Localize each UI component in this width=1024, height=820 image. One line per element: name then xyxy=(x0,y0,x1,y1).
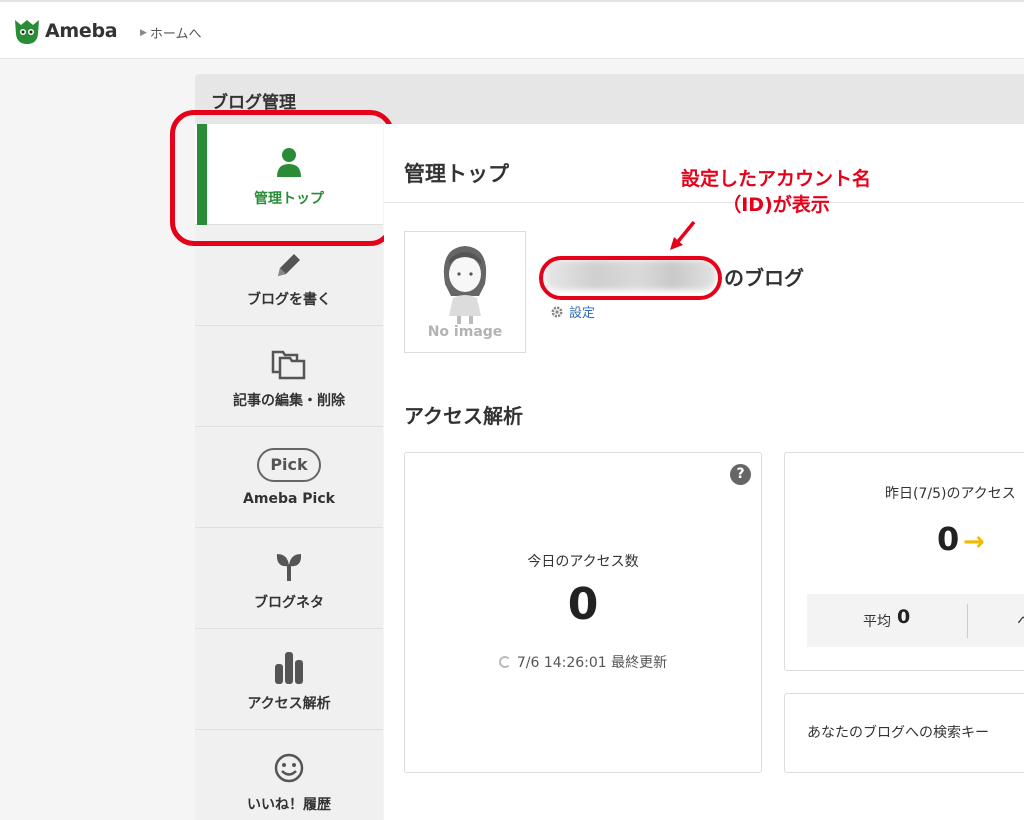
blog-avatar[interactable]: No image xyxy=(404,231,526,353)
bar-chart-icon xyxy=(195,649,383,685)
blog-settings-link[interactable]: 設定 xyxy=(550,302,595,321)
home-link[interactable]: ▶ ホームへ xyxy=(140,23,202,42)
no-image-avatar-icon xyxy=(443,246,487,324)
average-value: 0 xyxy=(897,606,911,628)
sidebar-item-edit-delete[interactable]: 記事の編集・削除 xyxy=(195,326,383,427)
play-arrow-icon: ▶ xyxy=(140,27,147,38)
gear-icon xyxy=(551,306,563,317)
pick-badge-icon: Pick xyxy=(195,447,383,483)
logo-text: Ameba xyxy=(45,20,118,42)
folders-icon xyxy=(195,346,383,382)
average-band: 平均 0 へ xyxy=(807,594,1024,647)
ameba-mascot-icon xyxy=(15,20,39,44)
sidebar-item-label: いいね！履歴 xyxy=(247,797,331,813)
sidebar-item-label: Ameba Pick xyxy=(243,491,335,507)
search-keyword-label: あなたのブログへの検索キー xyxy=(807,725,989,741)
annotation-line-2: （ID)が表示 xyxy=(722,194,830,216)
yesterday-access-label: 昨日(7/5)のアクセス xyxy=(885,486,1016,502)
main-content: 管理トップ 設定したアカウント名 （ID)が表示 No image のブログ 設… xyxy=(384,124,1024,820)
annotation-text: 設定したアカウント名 （ID)が表示 xyxy=(646,166,906,218)
pick-badge-text: Pick xyxy=(257,448,321,482)
today-access-label: 今日のアクセス数 xyxy=(527,554,639,570)
sidebar-item-admin-top[interactable]: 管理トップ xyxy=(195,124,383,225)
pencil-icon xyxy=(195,247,383,283)
average-separator xyxy=(967,604,968,638)
home-link-label: ホームへ xyxy=(149,27,202,42)
access-analysis-heading: アクセス解析 xyxy=(404,404,523,428)
sidebar-item-ameba-pick[interactable]: Pick Ameba Pick xyxy=(195,427,383,528)
sprout-icon xyxy=(195,548,383,584)
admin-sidebar: 管理トップ ブログを書く 記事の編集・削除 Pick Ameba Pick ブロ… xyxy=(195,124,383,820)
today-access-card: ? 今日のアクセス数 0 7/6 14:26:01 最終更新 xyxy=(404,452,762,773)
smiley-icon xyxy=(195,750,383,786)
sidebar-item-write-blog[interactable]: ブログを書く xyxy=(195,225,383,326)
person-icon xyxy=(195,144,383,180)
sidebar-item-label: ブログネタ xyxy=(254,595,324,611)
settings-link-label: 設定 xyxy=(569,306,596,321)
help-icon[interactable]: ? xyxy=(730,464,751,485)
annotation-line-1: 設定したアカウント名 xyxy=(680,168,871,190)
sidebar-item-blog-neta[interactable]: ブログネタ xyxy=(195,528,383,629)
last-updated-text: 7/6 14:26:01 最終更新 xyxy=(516,655,668,671)
blog-admin-header: ブログ管理 xyxy=(195,74,1024,124)
blog-name-suffix: のブログ xyxy=(724,266,804,290)
annotation-name-ring xyxy=(539,256,722,300)
sidebar-item-label: 管理トップ xyxy=(254,191,324,207)
last-updated: 7/6 14:26:01 最終更新 xyxy=(405,652,761,672)
ameba-logo[interactable]: Ameba xyxy=(13,16,118,46)
sidebar-item-label: 記事の編集・削除 xyxy=(233,393,345,409)
sidebar-item-access-analysis[interactable]: アクセス解析 xyxy=(195,629,383,730)
annotation-arrow-icon xyxy=(670,220,696,250)
sidebar-item-label: アクセス解析 xyxy=(247,696,331,712)
average-next-label: へ xyxy=(1017,610,1024,631)
page-title: 管理トップ xyxy=(404,162,509,186)
refresh-icon[interactable] xyxy=(498,656,511,668)
no-image-label: No image xyxy=(427,324,503,340)
top-header: Ameba ▶ ホームへ xyxy=(0,0,1024,59)
sidebar-item-like-history[interactable]: いいね！履歴 xyxy=(195,730,383,820)
search-keyword-card[interactable]: あなたのブログへの検索キー xyxy=(784,693,1024,773)
today-access-count: 0 xyxy=(567,579,599,630)
trend-arrow-icon: → xyxy=(963,527,985,557)
sidebar-item-label: ブログを書く xyxy=(247,292,331,308)
average-label: 平均 xyxy=(863,614,891,630)
yesterday-access-card: 昨日(7/5)のアクセス 0 → 平均 0 へ xyxy=(784,452,1024,671)
yesterday-access-count: 0 xyxy=(937,520,960,558)
blog-admin-title: ブログ管理 xyxy=(211,93,296,113)
